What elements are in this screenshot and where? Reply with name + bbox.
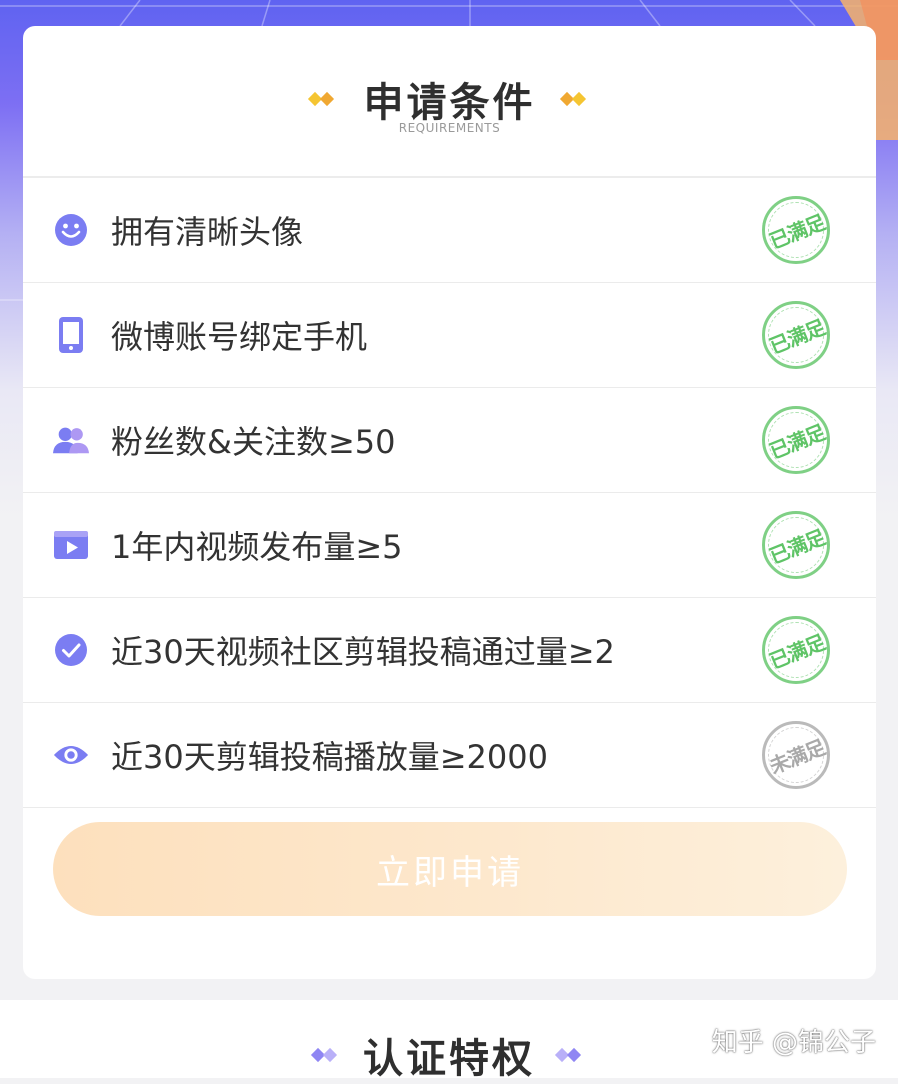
status-badge: 未满足 — [762, 721, 830, 789]
apply-button[interactable]: 立即申请 — [53, 822, 847, 916]
users-icon — [53, 422, 89, 458]
diamond-decoration-icon — [310, 1047, 341, 1063]
video-play-icon — [53, 527, 89, 563]
list-item: 拥有清晰头像 已满足 — [23, 178, 876, 283]
status-badge: 已满足 — [762, 196, 830, 264]
privileges-title: 认证特权 — [363, 1036, 535, 1082]
status-badge: 已满足 — [762, 511, 830, 579]
list-item: 近30天视频社区剪辑投稿通过量≥2 已满足 — [23, 598, 876, 703]
requirement-label: 近30天剪辑投稿播放量≥2000 — [111, 738, 548, 776]
requirement-label: 微博账号绑定手机 — [111, 318, 368, 356]
requirements-list: 拥有清晰头像 已满足 微博账号绑定手机 已满足 粉丝数&关注数≥50 已满足 1… — [23, 178, 876, 808]
requirements-card: 申请条件 REQUIREMENTS 拥有清晰头像 已满足 微博账号绑定手机 已满… — [23, 26, 876, 979]
requirements-title: 申请条件 — [363, 80, 536, 126]
requirement-label: 粉丝数&关注数≥50 — [111, 423, 396, 461]
eye-icon — [53, 737, 89, 773]
privileges-section: 认证特权 知乎 @锦公子 — [0, 1000, 898, 1082]
list-item: 微博账号绑定手机 已满足 — [23, 283, 876, 388]
requirement-label: 拥有清晰头像 — [111, 213, 304, 251]
status-badge: 已满足 — [762, 616, 830, 684]
requirement-label: 近30天视频社区剪辑投稿通过量≥2 — [111, 633, 615, 671]
diamond-decoration-icon — [307, 91, 338, 107]
watermark: 知乎 @锦公子 — [711, 1028, 876, 1058]
status-badge: 已满足 — [762, 406, 830, 474]
requirement-label: 1年内视频发布量≥5 — [111, 528, 403, 566]
status-badge: 已满足 — [762, 301, 830, 369]
list-item: 1年内视频发布量≥5 已满足 — [23, 493, 876, 598]
check-circle-icon — [53, 632, 89, 668]
phone-icon — [53, 317, 89, 353]
diamond-decoration-icon — [554, 1047, 585, 1063]
requirements-header: 申请条件 REQUIREMENTS — [23, 26, 876, 178]
requirements-subtitle: REQUIREMENTS — [398, 121, 501, 135]
list-item: 近30天剪辑投稿播放量≥2000 未满足 — [23, 703, 876, 808]
list-item: 粉丝数&关注数≥50 已满足 — [23, 388, 876, 493]
diamond-decoration-icon — [559, 91, 590, 107]
smiley-face-icon — [53, 212, 89, 248]
